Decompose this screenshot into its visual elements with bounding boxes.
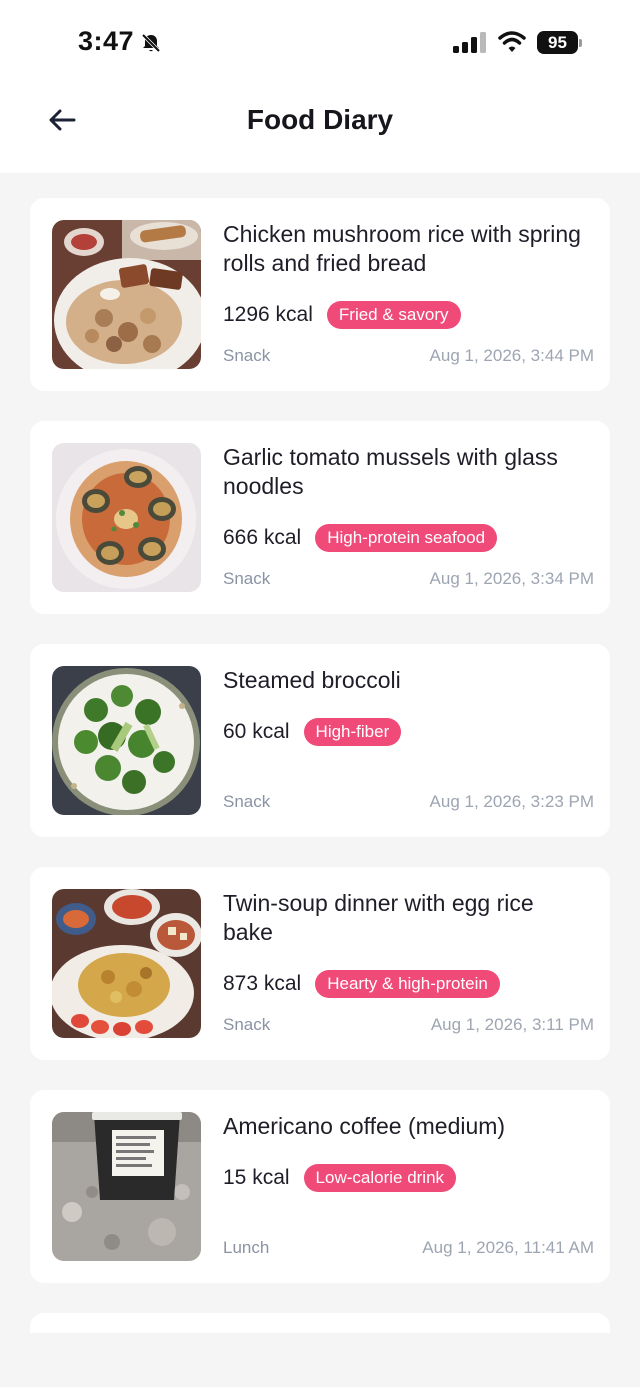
entry-timestamp: Aug 1, 2026, 3:44 PM [429, 346, 594, 365]
nutrition-row: 666 kcal High-protein seafood [223, 524, 498, 552]
food-name: Chicken mushroom rice with spring rolls … [223, 221, 581, 276]
food-tag: High-fiber [303, 718, 402, 746]
food-entry-card-partial[interactable] [30, 1313, 610, 1333]
food-entry-card[interactable]: Chicken mushroom rice with spring rolls … [30, 198, 610, 391]
nutrition-row: 873 kcal Hearty & high-protein [223, 970, 500, 998]
food-tag: Fried & savory [326, 301, 461, 329]
calorie-value: 666 kcal [223, 526, 302, 549]
battery-level: 95 [537, 31, 578, 54]
food-photo [52, 666, 201, 815]
meal-type: Snack [223, 346, 271, 365]
nutrition-row: 1296 kcal Fried & savory [223, 301, 461, 329]
battery-cap [579, 39, 582, 47]
meal-type: Snack [223, 792, 271, 811]
food-entry-card[interactable]: Steamed broccoli 60 kcal High-fiber Snac… [30, 644, 610, 837]
bell-muted-icon [140, 32, 162, 54]
battery-indicator: 95 [537, 31, 582, 54]
calorie-value: 60 kcal [223, 720, 290, 743]
food-entry-card[interactable]: Americano coffee (medium) 15 kcal Low-ca… [30, 1090, 610, 1283]
food-entry-card[interactable]: Twin-soup dinner with egg rice bake 873 … [30, 867, 610, 1060]
food-photo [52, 889, 201, 1038]
entry-timestamp: Aug 1, 2026, 3:34 PM [429, 569, 594, 588]
food-photo [52, 220, 201, 369]
food-name: Steamed broccoli [223, 667, 401, 693]
food-name: Americano coffee (medium) [223, 1113, 506, 1139]
app-header: Food Diary [0, 80, 640, 173]
signal-icon [452, 32, 488, 54]
meal-type: Snack [223, 1015, 271, 1034]
status-time: 3:47 [78, 26, 135, 56]
nutrition-row: 15 kcal Low-calorie drink [223, 1164, 457, 1192]
food-tag: Hearty & high-protein [315, 970, 500, 998]
status-bar: 3:47 95 [0, 0, 640, 80]
food-entry-list: Chicken mushroom rice with spring rolls … [30, 198, 610, 1363]
food-name: Garlic tomato mussels with glass noodles [223, 444, 558, 499]
calorie-value: 15 kcal [223, 1166, 290, 1189]
calorie-value: 873 kcal [223, 972, 302, 995]
page-title: Food Diary [246, 104, 394, 135]
nutrition-row: 60 kcal High-fiber [223, 718, 402, 746]
entry-timestamp: Aug 1, 2026, 3:23 PM [429, 792, 594, 811]
food-entry-card[interactable]: Garlic tomato mussels with glass noodles… [30, 421, 610, 614]
entry-timestamp: Aug 1, 2026, 3:11 PM [430, 1015, 594, 1034]
meal-type: Snack [223, 569, 271, 588]
wifi-icon [498, 30, 526, 54]
food-photo [52, 443, 201, 592]
food-photo [52, 1112, 201, 1261]
meal-type: Lunch [223, 1238, 270, 1257]
calorie-value: 1296 kcal [223, 303, 313, 326]
entry-timestamp: Aug 1, 2026, 11:41 AM [422, 1238, 594, 1257]
food-tag: High-protein seafood [315, 524, 498, 552]
food-tag: Low-calorie drink [303, 1164, 457, 1192]
food-name: Twin-soup dinner with egg rice bake [223, 890, 534, 945]
